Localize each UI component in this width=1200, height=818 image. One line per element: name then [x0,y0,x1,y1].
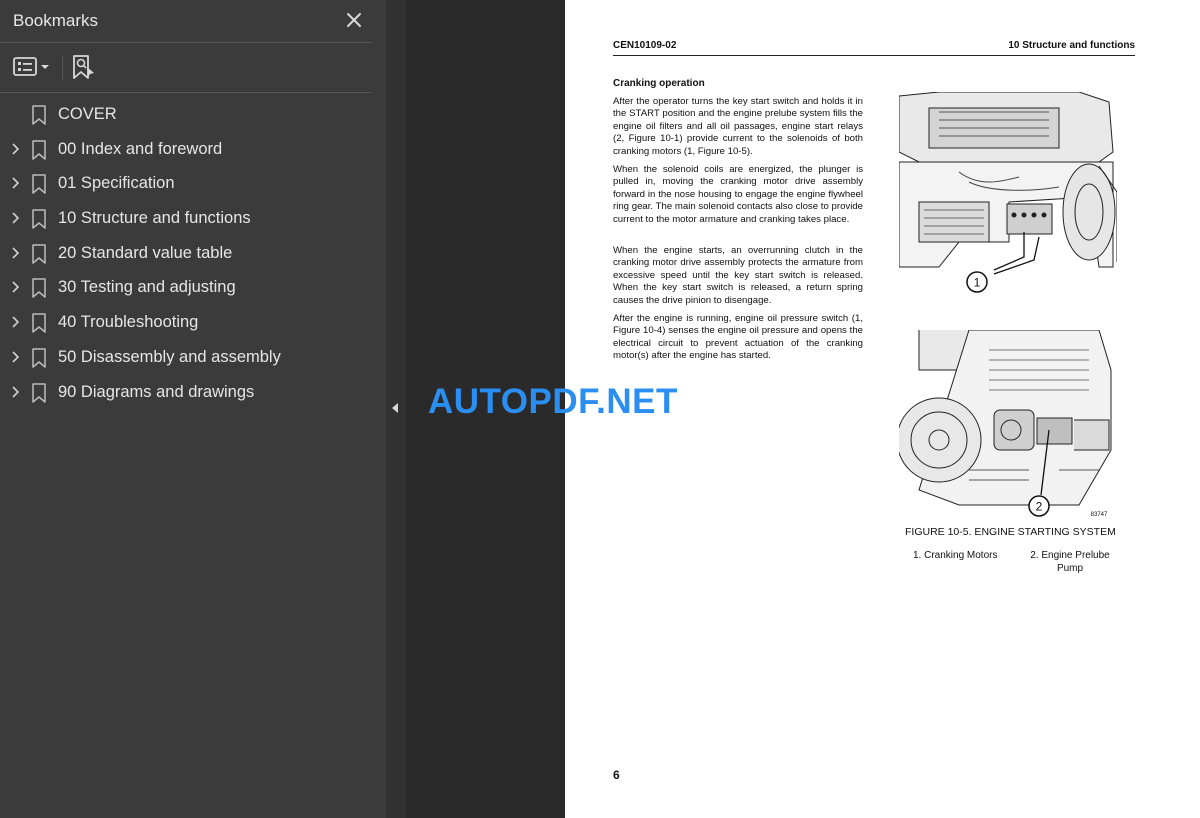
chevron-right-icon[interactable] [8,211,22,225]
bookmark-icon [31,244,47,264]
figure-legend-item: 1. Cranking Motors [913,550,998,561]
bookmarks-title: Bookmarks [13,11,99,30]
bookmark-item-cover[interactable]: COVER [0,97,386,132]
bookmark-icon [31,105,47,125]
figure-callout-1: 1 [974,276,981,290]
chevron-right-icon[interactable] [8,315,22,329]
chevron-right-icon[interactable] [8,350,22,364]
watermark-text: AUTOPDF.NET [428,382,678,421]
bookmark-icon [31,348,47,368]
bookmark-item-specification[interactable]: 01 Specification [0,166,386,201]
bookmark-label: 30 Testing and adjusting [58,278,236,297]
bookmark-icon [31,209,47,229]
engine-illustration-side: 2 83747 [899,330,1112,518]
bookmark-label: 10 Structure and functions [58,209,251,228]
page-number: 6 [613,768,620,782]
paragraph: After the operator turns the key start s… [613,96,863,157]
bookmark-list: COVER 00 Index and foreword 01 Specifica… [0,97,386,409]
bookmark-label: 00 Index and foreword [58,139,223,158]
page-header-section: 10 Structure and functions [1008,40,1135,51]
bookmark-icon [31,313,47,333]
figure-code: 83747 [1091,512,1108,518]
bookmark-item-diagrams[interactable]: 90 Diagrams and drawings [0,375,386,410]
header-rule [613,55,1135,56]
chevron-right-icon[interactable] [8,142,22,156]
paragraph: After the engine is running, engine oil … [613,313,863,362]
chevron-right-icon[interactable] [8,385,22,399]
bookmark-item-testing[interactable]: 30 Testing and adjusting [0,270,386,305]
paragraph: When the solenoid coils are energized, t… [613,164,863,225]
bookmark-icon [31,278,47,299]
toolbar-divider [62,55,63,81]
bookmark-item-index[interactable]: 00 Index and foreword [0,132,386,167]
section-title: Cranking operation [613,78,705,89]
chevron-right-icon[interactable] [8,176,22,190]
bookmark-label: 50 Disassembly and assembly [58,347,281,366]
list-options-icon[interactable] [12,55,52,79]
engine-illustration-top: 1 [899,92,1117,293]
bookmarks-toolbar [0,43,386,91]
divider [0,92,372,93]
bookmark-label: 01 Specification [58,174,175,193]
chevron-right-icon[interactable] [8,280,22,294]
bookmark-icon [31,139,47,160]
bookmark-item-troubleshooting[interactable]: 40 Troubleshooting [0,305,386,340]
bookmark-label: COVER [58,105,117,123]
bookmark-item-disassembly[interactable]: 50 Disassembly and assembly [0,340,386,375]
close-icon[interactable] [343,9,365,31]
bookmark-label: 40 Troubleshooting [58,313,199,332]
bookmark-item-structure[interactable]: 10 Structure and functions [0,201,386,236]
paragraph: When the engine starts, an overrunning c… [613,245,863,306]
bookmark-icon [31,382,47,403]
bookmark-label: 20 Standard value table [58,243,233,262]
chevron-right-icon[interactable] [8,246,22,260]
bookmark-item-standard-value[interactable]: 20 Standard value table [0,236,386,271]
figure-legend-item: 2. Engine Prelube Pump [1030,550,1110,574]
find-bookmark-icon[interactable] [70,53,98,81]
collapse-left-icon[interactable] [388,396,402,420]
bookmarks-header: Bookmarks [0,0,386,42]
bookmark-icon [31,174,47,195]
bookmark-label: 90 Diagrams and drawings [58,382,255,401]
bookmarks-panel: Bookmarks COVER 00 Index and foreword 01… [0,0,386,818]
page-header-doc-id: CEN10109-02 [613,40,677,51]
figure-caption: FIGURE 10-5. ENGINE STARTING SYSTEM [905,526,1116,538]
figure-callout-2: 2 [1036,500,1043,514]
